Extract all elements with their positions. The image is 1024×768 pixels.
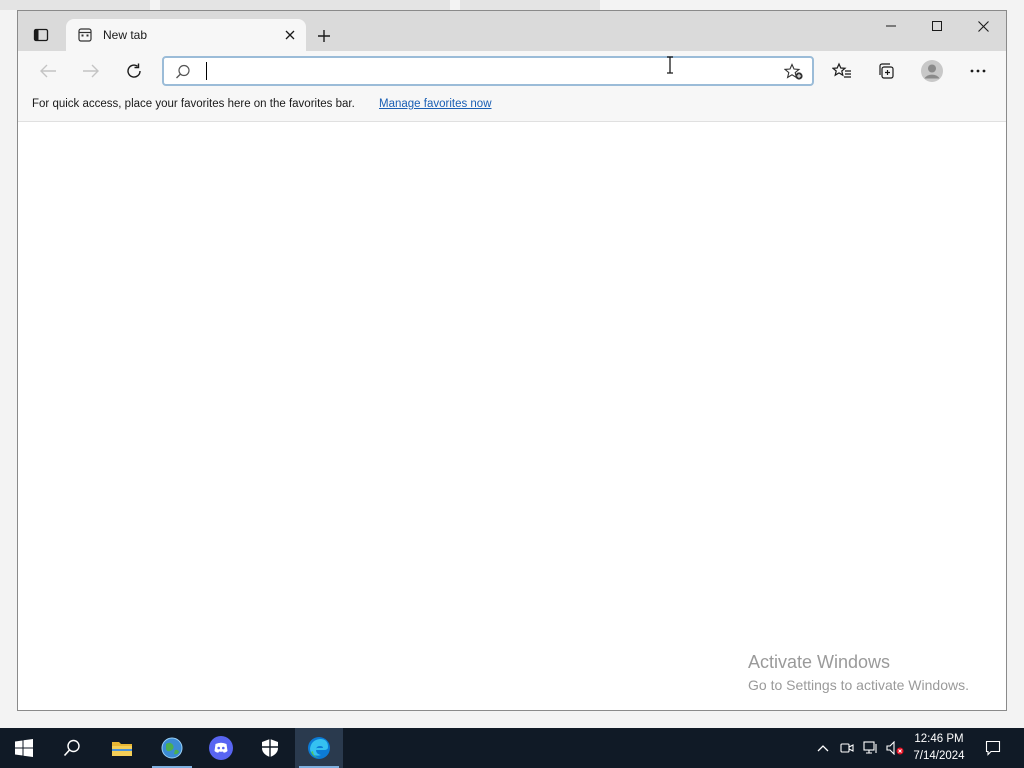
maximize-icon [932,21,942,31]
close-icon [977,20,989,32]
tab-actions-icon [33,28,49,42]
edge-icon [308,737,330,759]
clock-time: 12:46 PM [914,733,964,745]
arrow-right-icon [83,64,99,78]
favorites-bar: For quick access, place your favorites h… [18,91,1006,122]
refresh-button[interactable] [118,56,150,86]
action-center-button[interactable] [978,728,1008,768]
show-hidden-icons-button[interactable] [813,738,833,758]
chevron-up-icon [817,745,829,752]
page-content [18,123,1006,710]
profile-button[interactable] [916,56,948,86]
notification-icon [985,740,1001,756]
minimize-button[interactable] [868,11,914,41]
activate-windows-watermark: Activate Windows Go to Settings to activ… [748,652,969,693]
network-button[interactable] [861,738,881,758]
close-icon [285,30,295,40]
new-tab-button[interactable] [310,23,338,49]
tab-title: New tab [103,28,148,42]
arrow-left-icon [40,64,56,78]
plus-icon [318,30,330,42]
collections-icon [879,63,894,79]
refresh-icon [127,63,141,78]
address-bar[interactable] [162,56,814,86]
browser-app-button[interactable] [148,728,196,768]
volume-button[interactable] [885,738,905,758]
discord-button[interactable] [197,728,245,768]
tab-close-button[interactable] [280,25,300,45]
network-icon [863,741,877,754]
tray-meet-button[interactable] [837,738,857,758]
tab-strip: New tab [18,11,1006,51]
edge-button[interactable] [295,728,343,768]
file-explorer-button[interactable] [98,728,146,768]
avatar [921,60,943,82]
tab-actions-button[interactable] [24,21,58,49]
more-options-icon [970,69,986,73]
minimize-icon [886,25,896,27]
security-shield-icon [262,739,278,757]
address-input[interactable] [204,61,764,81]
volume-muted-icon [886,741,904,755]
taskbar-search-button[interactable] [48,728,96,768]
background-window-strip [460,0,600,10]
watermark-subtitle: Go to Settings to activate Windows. [748,677,969,693]
search-icon [63,739,80,757]
browser-globe-icon [161,737,183,759]
star-add-icon [784,63,803,80]
window-close-button[interactable] [960,11,1006,41]
camera-icon [840,743,854,753]
clock-date: 7/14/2024 [913,750,965,762]
browser-toolbar [18,51,1006,91]
windows-logo-icon [15,739,33,757]
taskbar: 12:46 PM 7/14/2024 [0,728,1024,768]
back-button[interactable] [32,56,64,86]
browser-window: New tab For quick access, place your fav… [17,10,1007,711]
windows-security-button[interactable] [246,728,294,768]
favorites-list-icon [832,62,851,78]
maximize-button[interactable] [914,11,960,41]
favorites-bar-message: For quick access, place your favorites h… [32,98,355,110]
search-icon [176,64,190,79]
discord-icon [209,736,233,760]
background-window-strip [160,0,450,10]
add-favorite-button[interactable] [782,61,806,83]
text-caret [206,62,207,80]
settings-more-button[interactable] [962,56,994,86]
forward-button[interactable] [75,56,107,86]
manage-favorites-link[interactable]: Manage favorites now [379,98,492,110]
tab-new-tab[interactable]: New tab [66,19,306,51]
text-cursor-icon [667,56,673,74]
start-button[interactable] [0,728,48,768]
new-tab-page-icon [78,28,92,42]
taskbar-clock[interactable]: 12:46 PM 7/14/2024 [905,731,973,765]
file-explorer-icon [112,742,132,756]
watermark-title: Activate Windows [748,652,891,672]
background-window-strip [0,0,150,10]
collections-button[interactable] [870,56,902,86]
favorites-button[interactable] [826,56,858,86]
